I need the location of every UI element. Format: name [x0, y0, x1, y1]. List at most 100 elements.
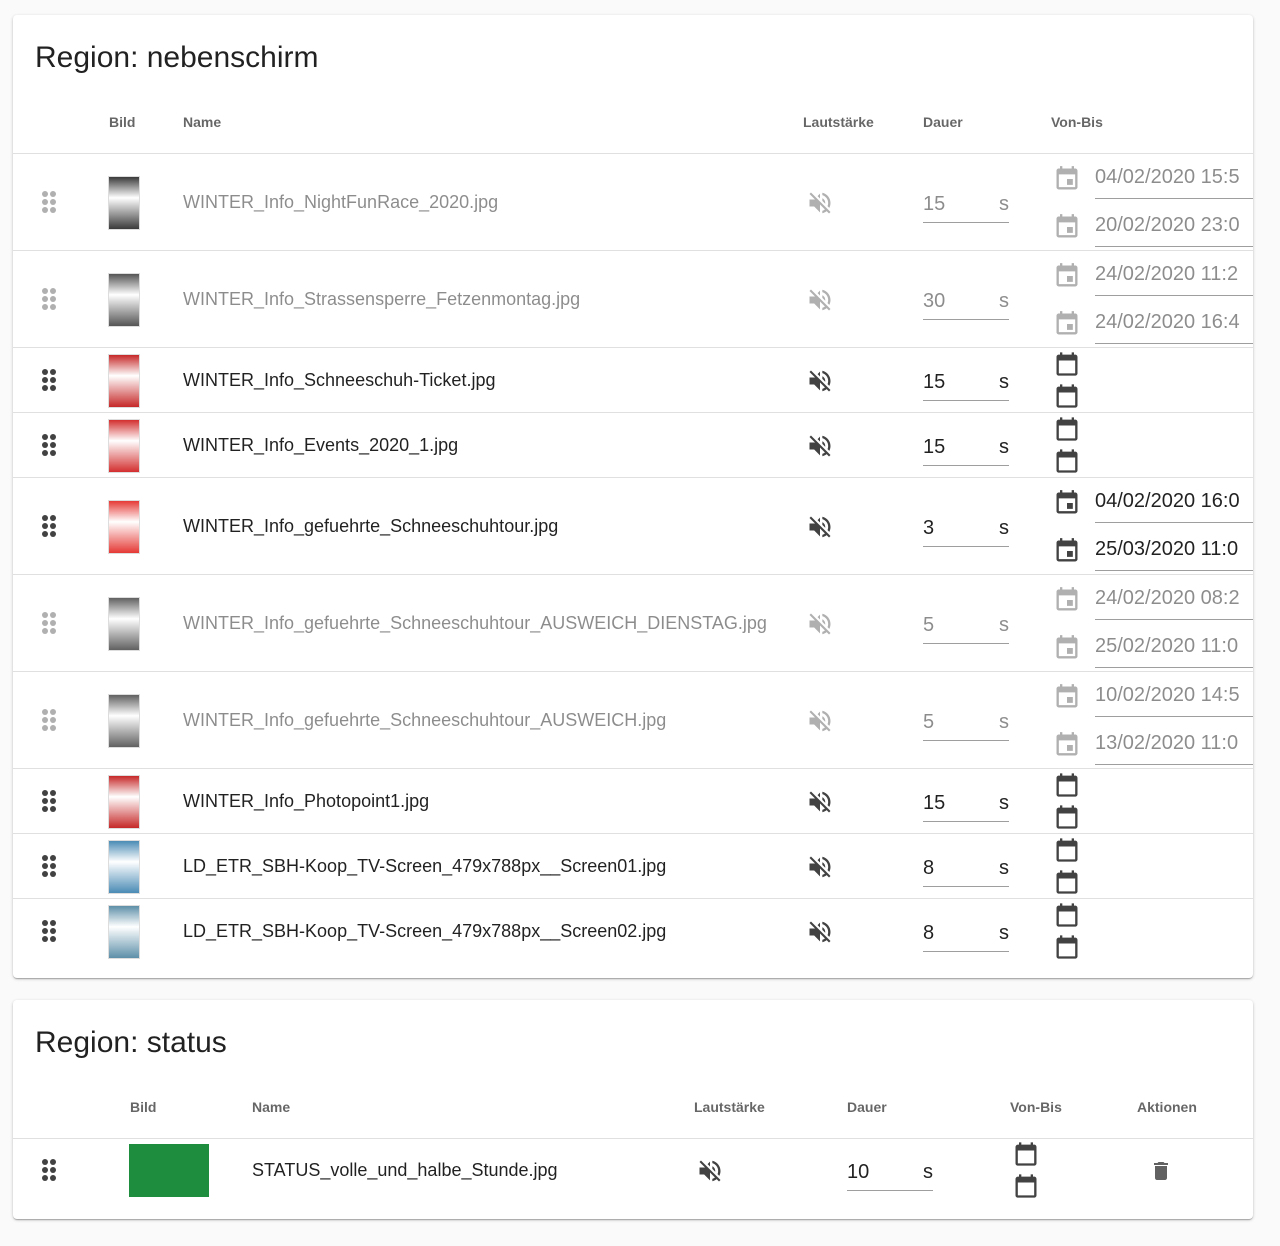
duration-field[interactable]: 8s	[923, 918, 1009, 952]
drag-handle-icon[interactable]	[42, 368, 58, 393]
duration-field[interactable]: 15 s	[923, 788, 1009, 822]
table-row[interactable]: WINTER_Info_gefuehrte_Schneeschuhtour_AU…	[13, 672, 1253, 769]
table-row[interactable]: WINTER_Info_gefuehrte_Schneeschuhtour_AU…	[13, 575, 1253, 672]
thumbnail-image[interactable]	[108, 353, 140, 408]
volume-off-icon[interactable]	[806, 788, 834, 821]
duration-field[interactable]: 5s	[923, 707, 1009, 741]
duration-field[interactable]: 15 s	[923, 367, 1009, 401]
column-header-dauer[interactable]: Dauer	[847, 1099, 887, 1115]
duration-value[interactable]: 15	[923, 193, 945, 216]
from-date-field[interactable]: 24/02/2020 11:2	[1095, 256, 1253, 296]
table-row[interactable]: STATUS_volle_und_halbe_Stunde.jpg 10 s	[13, 1139, 1253, 1219]
drag-handle-icon[interactable]	[42, 1159, 58, 1183]
table-row[interactable]: WINTER_Info_Strassensperre_Fetzenmontag.…	[13, 251, 1253, 348]
volume-off-icon[interactable]	[806, 610, 834, 643]
volume-off-icon[interactable]	[806, 707, 834, 740]
duration-field[interactable]: 15 s	[923, 432, 1009, 466]
column-header-lautstaerke[interactable]: Lautstärke	[803, 114, 874, 130]
to-date-field[interactable]: 24/02/2020 16:4	[1095, 304, 1253, 344]
column-header-vonbis[interactable]: Von-Bis	[1010, 1099, 1062, 1115]
thumbnail-image[interactable]	[108, 272, 140, 327]
table-row[interactable]: WINTER_Info_NightFunRace_2020.jpg 15 s 04/0…	[13, 154, 1253, 251]
calendar-icon[interactable]	[1053, 868, 1081, 901]
to-date-field[interactable]: 25/02/2020 11:0	[1095, 628, 1253, 668]
thumbnail-image[interactable]	[108, 175, 140, 230]
calendar-icon[interactable]	[1053, 933, 1081, 966]
duration-field[interactable]: 5s	[923, 610, 1009, 644]
thumbnail-image[interactable]	[129, 1144, 209, 1197]
thumbnail-image[interactable]	[108, 693, 140, 748]
table-row[interactable]: WINTER_Info_Events_2020_1.jpg 15 s	[13, 413, 1253, 478]
calendar-icon[interactable]	[1053, 537, 1081, 570]
duration-field[interactable]: 30 s	[923, 286, 1009, 320]
calendar-icon[interactable]	[1053, 683, 1081, 716]
duration-value[interactable]: 30	[923, 290, 945, 313]
thumbnail-image[interactable]	[108, 499, 140, 554]
thumbnail-image[interactable]	[108, 904, 140, 959]
trash-icon[interactable]	[1149, 1159, 1173, 1188]
volume-off-icon[interactable]	[806, 286, 834, 319]
duration-value[interactable]: 8	[923, 857, 934, 880]
calendar-icon[interactable]	[1053, 415, 1081, 448]
column-header-bild[interactable]: Bild	[109, 114, 135, 130]
calendar-icon[interactable]	[1053, 262, 1081, 295]
calendar-icon[interactable]	[1053, 165, 1081, 198]
calendar-icon[interactable]	[1012, 1172, 1040, 1205]
duration-value[interactable]: 3	[923, 517, 934, 540]
calendar-icon[interactable]	[1053, 310, 1081, 343]
calendar-icon[interactable]	[1053, 836, 1081, 869]
duration-field[interactable]: 10 s	[847, 1157, 933, 1191]
calendar-icon[interactable]	[1053, 382, 1081, 415]
from-date-field[interactable]: 04/02/2020 16:0	[1095, 483, 1253, 523]
column-header-vonbis[interactable]: Von-Bis	[1051, 114, 1103, 130]
column-header-aktionen[interactable]: Aktionen	[1137, 1099, 1197, 1115]
table-row[interactable]: LD_ETR_SBH-Koop_TV-Screen_479x788px__Scr…	[13, 834, 1253, 899]
calendar-icon[interactable]	[1012, 1140, 1040, 1173]
volume-off-icon[interactable]	[806, 367, 834, 400]
drag-handle-icon[interactable]	[42, 611, 58, 636]
table-row[interactable]: WINTER_Info_gefuehrte_Schneeschuhtour.jp…	[13, 478, 1253, 575]
calendar-icon[interactable]	[1053, 901, 1081, 934]
calendar-icon[interactable]	[1053, 586, 1081, 619]
table-row[interactable]: WINTER_Info_Schneeschuh-Ticket.jpg 15 s	[13, 348, 1253, 413]
column-header-name[interactable]: Name	[252, 1099, 290, 1115]
to-date-field[interactable]: 20/02/2020 23:0	[1095, 207, 1253, 247]
thumbnail-image[interactable]	[108, 774, 140, 829]
to-date-field[interactable]: 13/02/2020 11:0	[1095, 725, 1253, 765]
from-date-field[interactable]: 24/02/2020 08:2	[1095, 580, 1253, 620]
volume-off-icon[interactable]	[806, 918, 834, 951]
to-date-field[interactable]: 25/03/2020 11:0	[1095, 531, 1253, 571]
table-row[interactable]: WINTER_Info_Photopoint1.jpg 15 s	[13, 769, 1253, 834]
column-header-name[interactable]: Name	[183, 114, 221, 130]
calendar-icon[interactable]	[1053, 489, 1081, 522]
drag-handle-icon[interactable]	[42, 919, 58, 944]
table-row[interactable]: LD_ETR_SBH-Koop_TV-Screen_479x788px__Scr…	[13, 899, 1253, 964]
thumbnail-image[interactable]	[108, 839, 140, 894]
duration-value[interactable]: 8	[923, 922, 934, 945]
duration-value[interactable]: 5	[923, 614, 934, 637]
volume-off-icon[interactable]	[696, 1157, 724, 1190]
calendar-icon[interactable]	[1053, 213, 1081, 246]
calendar-icon[interactable]	[1053, 803, 1081, 836]
duration-field[interactable]: 8s	[923, 853, 1009, 887]
calendar-icon[interactable]	[1053, 350, 1081, 383]
duration-field[interactable]: 15 s	[923, 189, 1009, 223]
drag-handle-icon[interactable]	[42, 190, 58, 215]
from-date-field[interactable]: 10/02/2020 14:5	[1095, 677, 1253, 717]
duration-value[interactable]: 15	[923, 371, 945, 394]
calendar-icon[interactable]	[1053, 731, 1081, 764]
volume-off-icon[interactable]	[806, 853, 834, 886]
thumbnail-image[interactable]	[108, 596, 140, 651]
drag-handle-icon[interactable]	[42, 287, 58, 312]
calendar-icon[interactable]	[1053, 771, 1081, 804]
calendar-icon[interactable]	[1053, 447, 1081, 480]
duration-value[interactable]: 15	[923, 792, 945, 815]
volume-off-icon[interactable]	[806, 189, 834, 222]
drag-handle-icon[interactable]	[42, 708, 58, 733]
column-header-dauer[interactable]: Dauer	[923, 114, 963, 130]
duration-value[interactable]: 15	[923, 436, 945, 459]
column-header-lautstaerke[interactable]: Lautstärke	[694, 1099, 765, 1115]
volume-off-icon[interactable]	[806, 513, 834, 546]
column-header-bild[interactable]: Bild	[130, 1099, 156, 1115]
duration-value[interactable]: 10	[847, 1161, 869, 1184]
